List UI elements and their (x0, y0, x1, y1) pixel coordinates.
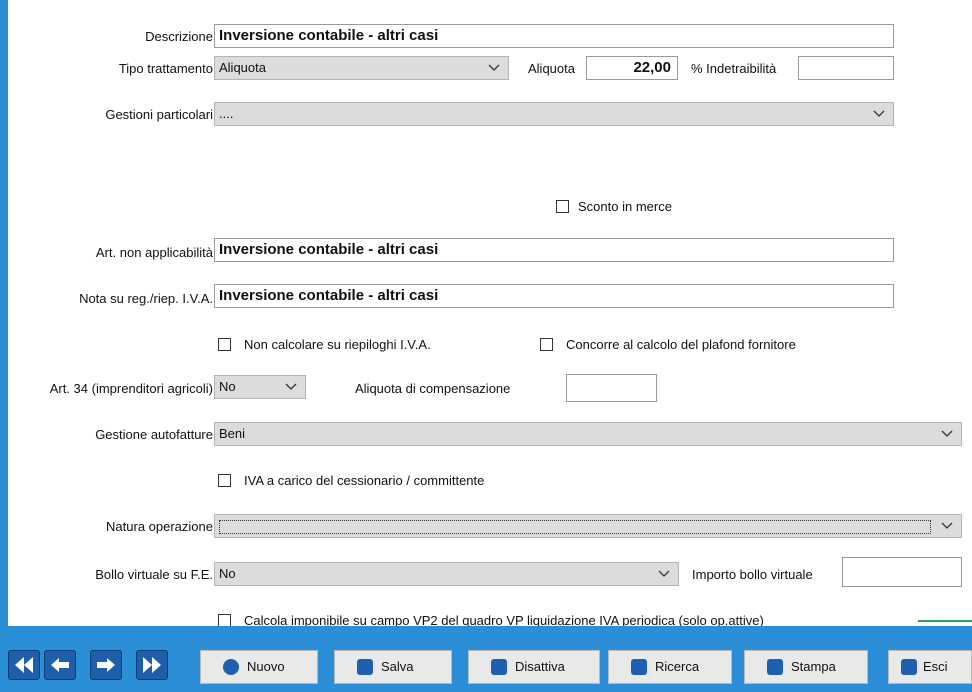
aliquota-input[interactable]: 22,00 (586, 56, 678, 80)
gestione-autofatture-value: Beni (219, 426, 246, 441)
indetraibilita-label: % Indetraibilità (691, 61, 777, 76)
concorre-plafond-label: Concorre al calcolo del plafond fornitor… (566, 337, 796, 352)
ricerca-label: Ricerca (655, 659, 700, 674)
form-panel: Descrizione Inversione contabile - altri… (8, 0, 972, 692)
nota-reg-input[interactable]: Inversione contabile - altri casi (214, 284, 894, 308)
gestione-autofatture-select[interactable]: Beni (214, 422, 962, 446)
sconto-in-merce-label: Sconto in merce (578, 199, 672, 214)
bollo-virtuale-select[interactable]: No (214, 562, 679, 586)
descrizione-label: Descrizione (145, 29, 213, 44)
gestione-autofatture-label: Gestione autofatture (95, 427, 213, 442)
chevron-down-icon (941, 522, 953, 529)
nota-reg-label: Nota su reg./riep. I.V.A. (79, 291, 213, 306)
natura-operazione-label: Natura operazione (106, 519, 213, 534)
chevron-down-icon (873, 110, 885, 117)
importo-bollo-input[interactable] (842, 557, 962, 587)
disattiva-label: Disattiva (515, 659, 565, 674)
disable-icon (491, 659, 507, 675)
esci-label: Esci (923, 659, 948, 674)
save-icon (357, 659, 373, 675)
previous-record-button[interactable] (44, 650, 76, 680)
disattiva-button[interactable]: Disattiva (468, 650, 600, 684)
green-separator-line (918, 620, 972, 622)
bollo-virtuale-label: Bollo virtuale su F.E. (95, 567, 213, 582)
last-record-button[interactable] (136, 650, 168, 680)
tipo-trattamento-select[interactable]: Aliquota (214, 56, 509, 80)
bollo-virtuale-value: No (219, 566, 236, 581)
sconto-in-merce-checkbox[interactable] (556, 200, 569, 213)
art34-select[interactable]: No (214, 375, 306, 399)
art34-label: Art. 34 (imprenditori agricoli) (49, 381, 213, 396)
iva-carico-label: IVA a carico del cessionario / committen… (244, 473, 485, 488)
search-icon (631, 659, 647, 675)
non-calcolare-label: Non calcolare su riepiloghi I.V.A. (244, 337, 431, 352)
tipo-trattamento-label: Tipo trattamento (118, 61, 213, 76)
art-non-applicabilita-input[interactable]: Inversione contabile - altri casi (214, 238, 894, 262)
nuovo-label: Nuovo (247, 659, 285, 674)
arrow-left-icon (51, 658, 69, 672)
aliquota-compensazione-label: Aliquota di compensazione (355, 381, 511, 396)
iva-carico-checkbox[interactable] (218, 474, 231, 487)
art-non-applicabilita-label: Art. non applicabilità (95, 245, 213, 260)
stampa-button[interactable]: Stampa (744, 650, 868, 684)
esci-button[interactable]: Esci (888, 650, 972, 684)
descrizione-input[interactable]: Inversione contabile - altri casi (214, 24, 894, 48)
aliquota-compensazione-input[interactable] (566, 374, 657, 402)
nuovo-button[interactable]: Nuovo (200, 650, 318, 684)
stampa-label: Stampa (791, 659, 836, 674)
aliquota-label: Aliquota (528, 61, 575, 76)
next-record-button[interactable] (90, 650, 122, 680)
salva-button[interactable]: Salva (334, 650, 452, 684)
arrow-right-icon (97, 658, 115, 672)
non-calcolare-checkbox[interactable] (218, 338, 231, 351)
gestioni-particolari-value: .... (219, 106, 234, 121)
first-record-button[interactable] (8, 650, 40, 680)
chevron-down-icon (658, 570, 670, 577)
ricerca-button[interactable]: Ricerca (608, 650, 732, 684)
chevron-down-icon (941, 430, 953, 437)
importo-bollo-label: Importo bollo virtuale (692, 567, 813, 582)
double-arrow-right-icon (143, 657, 161, 673)
natura-operazione-value (219, 519, 931, 534)
salva-label: Salva (381, 659, 414, 674)
chevron-down-icon (285, 383, 297, 390)
print-icon (767, 659, 783, 675)
indetraibilita-input[interactable] (798, 56, 894, 80)
double-arrow-left-icon (15, 657, 33, 673)
art34-value: No (219, 379, 236, 394)
concorre-plafond-checkbox[interactable] (540, 338, 553, 351)
chevron-down-icon (488, 64, 500, 71)
tipo-trattamento-value: Aliquota (219, 60, 266, 75)
new-record-icon (223, 659, 239, 675)
natura-operazione-select[interactable] (214, 514, 962, 538)
bottom-toolbar: Nuovo Salva Disattiva Ricerca Stampa Esc… (0, 626, 972, 692)
close-icon (901, 659, 917, 675)
gestioni-particolari-label: Gestioni particolari (105, 107, 213, 122)
gestioni-particolari-select[interactable]: .... (214, 102, 894, 126)
